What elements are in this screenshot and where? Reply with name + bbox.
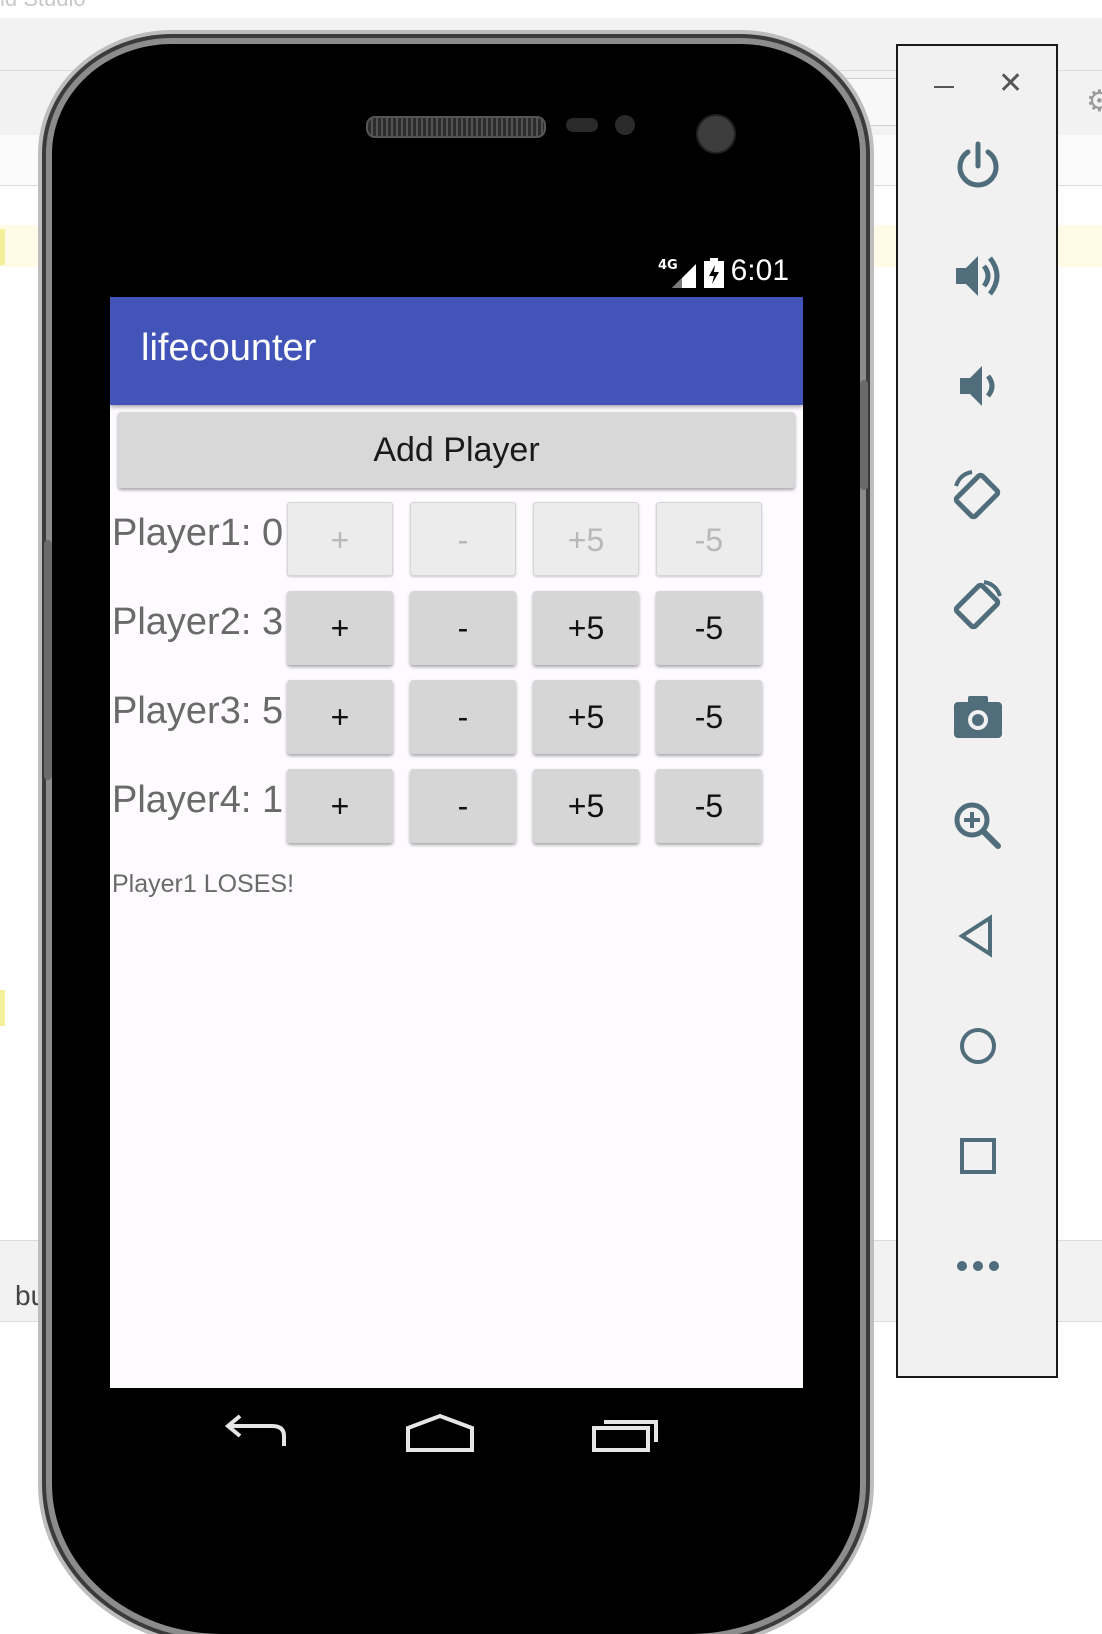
zoom-icon[interactable] <box>950 798 1006 854</box>
home-circle-icon[interactable] <box>950 1018 1006 1074</box>
gear-icon[interactable]: ⚙ <box>1086 84 1102 119</box>
ide-bottom-text: bu <box>15 1280 47 1311</box>
app-bar: lifecounter <box>110 297 803 405</box>
emulator-toolbar: ✕ <box>896 44 1058 1378</box>
back-triangle-icon[interactable] <box>950 908 1006 964</box>
player-1-minus-button: - <box>410 502 516 576</box>
player-row-3: Player3: 5 + - +5 -5 <box>110 676 803 756</box>
home-icon[interactable] <box>404 1410 476 1454</box>
power-icon[interactable] <box>950 138 1006 194</box>
phone-light-sensor <box>615 115 635 135</box>
player-row-4: Player4: 1 + - +5 -5 <box>110 765 803 845</box>
player-4-plus-button[interactable]: + <box>287 769 393 843</box>
player-3-plus5-button[interactable]: +5 <box>533 680 639 754</box>
phone-power-button[interactable] <box>860 380 868 490</box>
player-2-minus-button[interactable]: - <box>410 591 516 665</box>
ide-gutter-mark <box>0 229 5 265</box>
front-camera <box>696 114 736 154</box>
volume-up-icon[interactable] <box>950 248 1006 304</box>
ide-window-title: id Studio <box>0 0 86 12</box>
battery-charging-icon <box>704 258 724 288</box>
game-status-message: Player1 LOSES! <box>112 870 295 898</box>
status-bar: 4G 6:01 <box>110 248 803 297</box>
player-row-1: Player1: 0 + - +5 -5 <box>110 498 803 578</box>
player-2-plus-button[interactable]: + <box>287 591 393 665</box>
navigation-bar <box>110 1388 803 1480</box>
volume-down-icon[interactable] <box>950 358 1006 414</box>
player-1-plus5-button: +5 <box>533 502 639 576</box>
player-3-minus-button[interactable]: - <box>410 680 516 754</box>
player-2-plus5-button[interactable]: +5 <box>533 591 639 665</box>
close-icon[interactable]: ✕ <box>998 66 1023 101</box>
overview-square-icon[interactable] <box>950 1128 1006 1184</box>
player-4-plus5-button[interactable]: +5 <box>533 769 639 843</box>
signal-icon <box>672 264 696 288</box>
player-3-minus5-button[interactable]: -5 <box>656 680 762 754</box>
player-4-label: Player4: 1 <box>112 779 284 821</box>
player-2-label: Player2: 3 <box>112 601 284 643</box>
player-1-label: Player1: 0 <box>112 512 284 554</box>
app-title: lifecounter <box>141 327 317 369</box>
player-1-minus5-button: -5 <box>656 502 762 576</box>
player-2-minus5-button[interactable]: -5 <box>656 591 762 665</box>
camera-icon[interactable] <box>950 688 1006 744</box>
phone-speaker <box>366 116 546 138</box>
player-4-minus-button[interactable]: - <box>410 769 516 843</box>
player-3-plus-button[interactable]: + <box>287 680 393 754</box>
player-4-minus5-button[interactable]: -5 <box>656 769 762 843</box>
recents-icon[interactable] <box>590 1410 662 1454</box>
minimize-icon[interactable] <box>934 86 954 88</box>
back-icon[interactable] <box>220 1410 292 1454</box>
player-1-plus-button: + <box>287 502 393 576</box>
phone-volume-rocker[interactable] <box>44 540 52 780</box>
phone-proximity-sensor <box>566 118 598 132</box>
rotate-right-icon[interactable] <box>950 578 1006 634</box>
more-icon[interactable] <box>950 1238 1006 1294</box>
clock: 6:01 <box>730 254 789 287</box>
phone-screen: 4G 6:01 lifecounter Add Player Player1: … <box>110 248 803 1388</box>
player-row-2: Player2: 3 + - +5 -5 <box>110 587 803 667</box>
rotate-left-icon[interactable] <box>950 468 1006 524</box>
add-player-button[interactable]: Add Player <box>118 412 795 488</box>
player-3-label: Player3: 5 <box>112 690 284 732</box>
ide-gutter-mark <box>0 990 5 1026</box>
